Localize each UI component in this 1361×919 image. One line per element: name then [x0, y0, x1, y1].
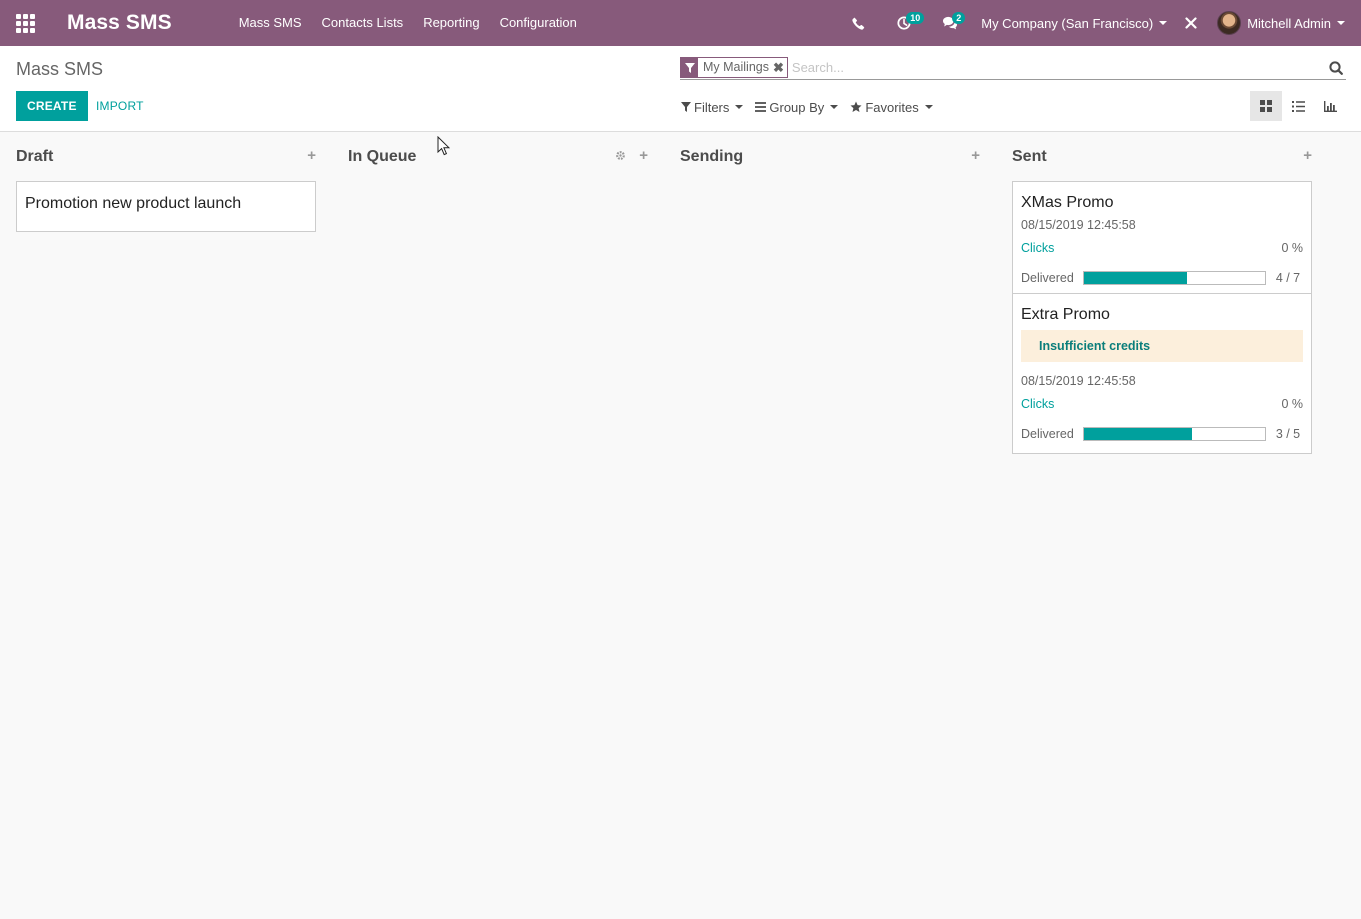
- search-facet: My Mailings ✖: [680, 57, 788, 78]
- mouse-cursor-icon: [437, 135, 451, 159]
- column-title[interactable]: In Queue: [348, 148, 416, 166]
- column-title[interactable]: Sent: [1012, 148, 1047, 166]
- messages-count-badge: 2: [952, 12, 966, 24]
- star-icon: [850, 101, 862, 112]
- card-title: XMas Promo: [1021, 194, 1114, 211]
- clicks-value: 0 %: [1281, 397, 1303, 411]
- activity-clock-icon[interactable]: 10: [881, 0, 927, 46]
- search-bar: My Mailings ✖: [680, 56, 1346, 80]
- apps-menu-icon[interactable]: [0, 0, 50, 46]
- chevron-down-icon: [1337, 21, 1345, 25]
- facet-remove-icon[interactable]: ✖: [773, 58, 787, 77]
- search-icon[interactable]: [1326, 58, 1346, 78]
- company-switcher[interactable]: My Company (San Francisco): [973, 16, 1173, 31]
- favorites-dropdown[interactable]: Favorites: [850, 97, 933, 117]
- user-avatar: [1217, 11, 1242, 35]
- user-name: Mitchell Admin: [1247, 15, 1331, 31]
- delivered-progress-bar: [1082, 427, 1266, 441]
- delivered-progress-bar: [1082, 271, 1266, 285]
- plus-icon[interactable]: +: [307, 148, 316, 164]
- kanban-card[interactable]: Promotion new product launch: [16, 181, 316, 232]
- filter-icon: [681, 102, 691, 112]
- close-tools-icon[interactable]: [1173, 0, 1209, 46]
- card-title: Extra Promo: [1021, 306, 1110, 323]
- kanban-card[interactable]: Extra Promo Insufficient credits 08/15/2…: [1012, 294, 1312, 454]
- filters-dropdown[interactable]: Filters: [681, 97, 744, 117]
- activity-count-badge: 10: [906, 12, 925, 24]
- breadcrumb: Mass SMS: [16, 59, 104, 79]
- column-header: Draft +: [16, 133, 316, 181]
- kanban-column-in-queue: In Queue +: [348, 133, 648, 181]
- chevron-down-icon: [735, 105, 744, 109]
- card-date: 08/15/2019 12:45:58: [1021, 374, 1136, 388]
- filter-icon: [681, 58, 698, 77]
- list-view-icon[interactable]: [1282, 91, 1314, 121]
- kanban-view-icon[interactable]: [1250, 91, 1282, 121]
- column-title[interactable]: Draft: [16, 148, 53, 166]
- delivered-row: Delivered 3 / 5: [1021, 427, 1303, 441]
- kanban-board: Draft + Promotion new product launch In …: [0, 133, 1361, 919]
- facet-label: My Mailings: [703, 60, 769, 74]
- kanban-column-sending: Sending +: [680, 133, 980, 181]
- delivered-progress-fill: [1083, 272, 1187, 284]
- menu-item-mass-sms[interactable]: Mass SMS: [229, 0, 312, 46]
- menu-item-reporting[interactable]: Reporting: [413, 0, 489, 46]
- group-by-label: Group By: [769, 99, 825, 115]
- kanban-card[interactable]: XMas Promo 08/15/2019 12:45:58 Clicks 0 …: [1012, 181, 1312, 294]
- delivered-label: Delivered: [1021, 427, 1074, 441]
- kanban-column-draft: Draft + Promotion new product launch: [16, 133, 316, 232]
- menu-item-contacts-lists[interactable]: Contacts Lists: [312, 0, 414, 46]
- clicks-link[interactable]: Clicks: [1021, 241, 1054, 255]
- control-panel: Mass SMS CREATE IMPORT My Mailings ✖ Fil…: [0, 46, 1361, 132]
- chevron-down-icon: [1159, 21, 1168, 25]
- delivered-value: 3 / 5: [1275, 427, 1301, 441]
- column-header: Sent +: [1012, 133, 1312, 181]
- search-input[interactable]: [789, 57, 1326, 78]
- chevron-down-icon: [924, 105, 933, 109]
- chevron-down-icon: [830, 105, 839, 109]
- column-title[interactable]: Sending: [680, 148, 743, 166]
- view-switcher: [1250, 91, 1346, 121]
- app-brand[interactable]: Mass SMS: [67, 11, 172, 35]
- insufficient-credits-alert: Insufficient credits: [1021, 330, 1303, 362]
- graph-view-icon[interactable]: [1314, 91, 1346, 121]
- bars-icon: [755, 102, 767, 112]
- delivered-progress-fill: [1083, 428, 1193, 440]
- main-menu: Mass SMS Contacts Lists Reporting Config…: [229, 0, 587, 46]
- column-header: In Queue +: [348, 133, 648, 181]
- messages-chat-icon[interactable]: 2: [927, 0, 973, 46]
- card-date: 08/15/2019 12:45:58: [1021, 218, 1136, 232]
- clicks-value: 0 %: [1281, 241, 1303, 255]
- search-options: Filters Group By Favorites: [681, 97, 945, 117]
- company-name: My Company (San Francisco): [981, 15, 1154, 31]
- delivered-value: 4 / 7: [1275, 271, 1301, 285]
- kanban-column-sent: Sent + XMas Promo 08/15/2019 12:45:58 Cl…: [1012, 133, 1312, 454]
- menu-item-configuration[interactable]: Configuration: [490, 0, 587, 46]
- delivered-label: Delivered: [1021, 271, 1074, 285]
- plus-icon[interactable]: +: [1303, 148, 1312, 164]
- card-title: Promotion new product launch: [25, 195, 242, 212]
- navbar-systray: 10 2 My Company (San Francisco) Mitchell…: [835, 0, 1361, 46]
- favorites-label: Favorites: [865, 99, 919, 115]
- group-by-dropdown[interactable]: Group By: [755, 97, 839, 117]
- top-navbar: Mass SMS Mass SMS Contacts Lists Reporti…: [0, 0, 1361, 46]
- clicks-link[interactable]: Clicks: [1021, 397, 1054, 411]
- clicks-row: Clicks 0 %: [1021, 241, 1303, 255]
- user-menu[interactable]: Mitchell Admin: [1209, 11, 1361, 35]
- phone-icon[interactable]: [835, 0, 881, 46]
- gear-icon[interactable]: [615, 149, 626, 164]
- plus-icon[interactable]: +: [639, 148, 648, 164]
- create-button[interactable]: CREATE: [16, 91, 88, 121]
- clicks-row: Clicks 0 %: [1021, 397, 1303, 411]
- filters-label: Filters: [694, 99, 730, 115]
- plus-icon[interactable]: +: [971, 148, 980, 164]
- column-header: Sending +: [680, 133, 980, 181]
- delivered-row: Delivered 4 / 7: [1021, 271, 1303, 285]
- import-button[interactable]: IMPORT: [88, 91, 152, 121]
